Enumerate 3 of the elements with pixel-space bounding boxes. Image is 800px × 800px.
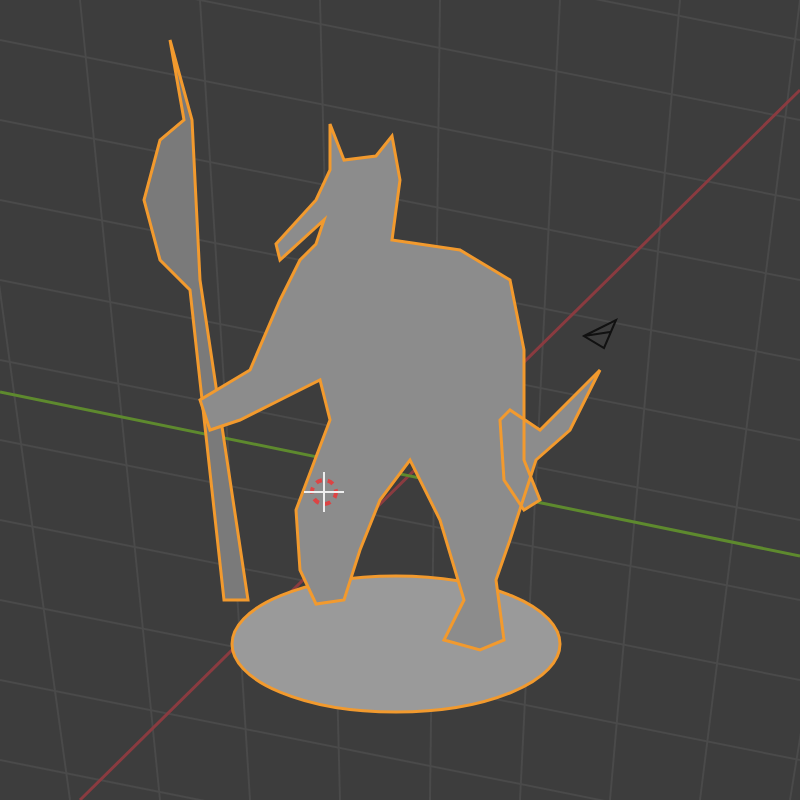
figure-drawing[interactable]	[142, 38, 602, 714]
viewport[interactable]	[0, 0, 800, 800]
cursor-icon[interactable]	[303, 471, 345, 513]
